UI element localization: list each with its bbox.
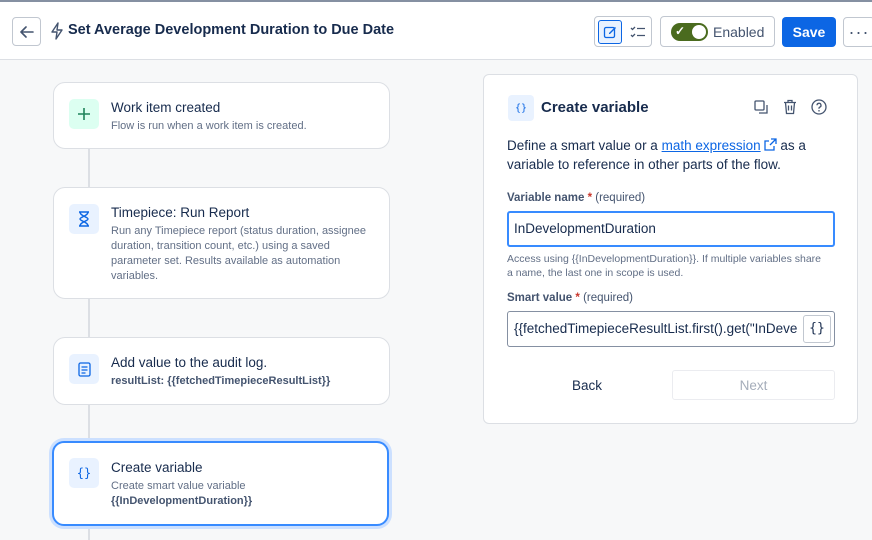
enabled-toggle[interactable]: ✓ <box>671 23 708 41</box>
more-options-button[interactable]: ··· <box>843 17 872 47</box>
next-button[interactable]: Next <box>672 370 835 400</box>
braces-icon: {} <box>69 458 99 488</box>
card-description: Create smart value variable <box>111 480 246 492</box>
enabled-label: Enabled <box>713 24 765 40</box>
variable-name-label: Variable name * (required) <box>507 192 646 204</box>
smart-value-text: {{fetchedTimepieceResultList.first().get… <box>514 321 798 336</box>
flow-connector <box>88 404 90 442</box>
duplicate-button[interactable] <box>752 98 770 116</box>
view-toggle <box>594 16 652 47</box>
top-bar: Set Average Development Duration to Due … <box>0 0 872 60</box>
panel-toolbar <box>752 98 828 116</box>
duplicate-icon <box>753 99 768 114</box>
edit-icon <box>603 26 616 39</box>
page-title: Set Average Development Duration to Due … <box>68 22 395 38</box>
smart-value-label: Smart value * (required) <box>507 292 633 304</box>
save-button[interactable]: Save <box>782 17 836 47</box>
checklist-icon <box>630 26 645 38</box>
card-description: Run any Timepiece report (status duratio… <box>111 225 366 282</box>
braces-icon: {} <box>508 95 534 121</box>
help-button[interactable] <box>810 98 828 116</box>
flow-connector <box>88 148 90 188</box>
card-variable-name: {{InDevelopmentDuration}} <box>111 495 253 507</box>
flow-card-timepiece[interactable]: Timepiece: Run Report Run any Timepiece … <box>53 187 390 299</box>
edit-view-button[interactable] <box>598 20 622 44</box>
insert-smart-value-button[interactable]: {} <box>803 315 831 343</box>
flow-connector <box>88 299 90 338</box>
card-description: Flow is run when a work item is created. <box>111 120 307 132</box>
card-title: Add value to the audit log. <box>111 355 268 370</box>
back-button[interactable] <box>12 17 41 46</box>
panel-title: Create variable <box>541 99 649 116</box>
enabled-toggle-group: ✓ Enabled <box>660 16 775 47</box>
lightning-icon <box>51 22 63 40</box>
external-link-icon <box>763 138 777 151</box>
check-icon: ✓ <box>675 24 686 38</box>
create-variable-panel: {} Create variable Define a smart value … <box>483 74 858 424</box>
variable-helper-text: Access using {{InDevelopmentDuration}}. … <box>507 253 822 279</box>
smart-value-input[interactable]: {{fetchedTimepieceResultList.first().get… <box>507 311 835 347</box>
help-icon <box>811 99 827 115</box>
hourglass-icon <box>69 204 99 234</box>
document-icon <box>69 354 99 384</box>
math-expression-link[interactable]: math expression <box>662 138 761 153</box>
panel-description: Define a smart value or a math expressio… <box>507 138 806 172</box>
flow-connector <box>88 526 90 540</box>
trash-icon <box>784 99 796 115</box>
card-title: Work item created <box>111 100 221 115</box>
card-description: resultList: {{fetchedTimepieceResultList… <box>111 375 331 387</box>
back-step-button[interactable]: Back <box>572 378 602 393</box>
arrow-left-icon <box>19 25 34 38</box>
card-title: Create variable <box>111 460 203 475</box>
card-title: Timepiece: Run Report <box>111 205 250 220</box>
list-view-button[interactable] <box>626 20 650 44</box>
toggle-knob <box>692 25 706 39</box>
flow-card-audit-log[interactable]: Add value to the audit log. resultList: … <box>53 337 390 405</box>
variable-name-input[interactable]: InDevelopmentDuration <box>507 211 835 247</box>
plus-icon <box>69 99 99 129</box>
flow-card-trigger[interactable]: Work item created Flow is run when a wor… <box>53 82 390 149</box>
delete-button[interactable] <box>781 98 799 116</box>
flow-card-create-variable[interactable]: {} Create variable Create smart value va… <box>52 441 389 526</box>
